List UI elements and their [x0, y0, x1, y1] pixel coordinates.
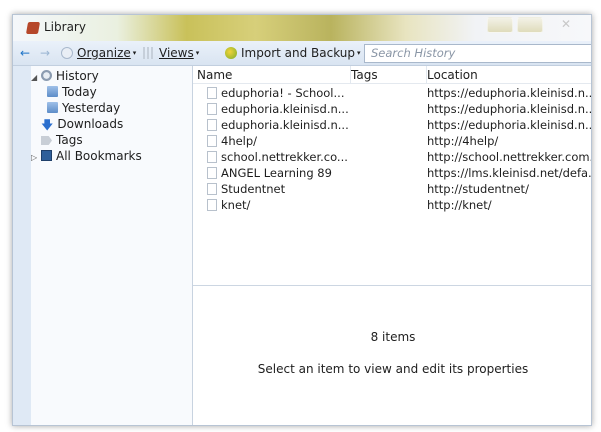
- history-list: Name Tags Location eduphoria! - School..…: [193, 66, 592, 286]
- sidebar-tree: ◢ History Today Yesterday 🡇 Downloads Tags…: [31, 66, 193, 425]
- collapsed-triangle-icon[interactable]: ▷: [31, 150, 41, 166]
- library-window: Library ✕ ← → Organize ▾ Views ▾ Import an…: [12, 14, 592, 426]
- table-row[interactable]: school.nettrekker.co... http://school.ne…: [193, 149, 592, 165]
- table-row[interactable]: eduphoria.kleinisd.n... https://eduphori…: [193, 101, 592, 117]
- toolbar: ← → Organize ▾ Views ▾ Import and Backup ▾ …: [13, 41, 591, 66]
- organize-icon: [61, 47, 73, 59]
- bookmarks-icon: [41, 150, 52, 161]
- column-header-tags[interactable]: Tags: [351, 66, 427, 84]
- chevron-down-icon: ▾: [132, 49, 137, 57]
- row-location: http://4help/: [427, 134, 499, 148]
- sidebar-item-label: All Bookmarks: [56, 149, 142, 163]
- row-location: http://studentnet/: [427, 182, 529, 196]
- page-icon: [207, 135, 217, 147]
- close-button[interactable]: ✕: [547, 17, 585, 33]
- table-row[interactable]: 4help/ http://4help/: [193, 133, 591, 149]
- import-backup-menu-button[interactable]: Import and Backup ▾: [241, 45, 361, 62]
- window-left-frame: [13, 66, 31, 425]
- organize-label: Organize: [77, 46, 131, 60]
- row-name: knet/: [221, 198, 251, 212]
- row-location: http://knet/: [427, 198, 492, 212]
- window-title: Library: [44, 20, 86, 34]
- row-location: http://school.nettrekker.com...: [427, 150, 592, 164]
- minimize-button[interactable]: [487, 17, 513, 33]
- organize-menu-button[interactable]: Organize ▾: [77, 45, 136, 62]
- row-name: eduphoria.kleinisd.n...: [221, 102, 349, 116]
- page-icon: [207, 167, 217, 179]
- sidebar-item-label: History: [56, 69, 99, 83]
- sidebar-item-yesterday[interactable]: Yesterday: [47, 100, 120, 116]
- import-backup-label: Import and Backup: [241, 46, 356, 60]
- back-arrow-icon[interactable]: ←: [20, 46, 30, 60]
- sidebar-item-downloads[interactable]: 🡇 Downloads: [41, 116, 123, 132]
- library-app-icon: [25, 22, 41, 34]
- views-icon: [143, 47, 155, 59]
- sidebar-item-label: Downloads: [57, 117, 124, 131]
- chevron-down-icon: ▾: [195, 49, 200, 57]
- page-icon: [207, 103, 217, 115]
- column-header-location[interactable]: Location: [427, 66, 591, 84]
- page-icon: [207, 87, 217, 99]
- row-name: eduphoria.kleinisd.n...: [221, 118, 349, 132]
- row-name: school.nettrekker.co...: [221, 150, 348, 164]
- column-header-name[interactable]: Name: [197, 66, 351, 84]
- table-row[interactable]: ANGEL Learning 89 https://lms.kleinisd.n…: [193, 165, 592, 181]
- table-row[interactable]: knet/ http://knet/: [193, 197, 591, 213]
- row-tags: [351, 181, 427, 197]
- main-pane: Name Tags Location eduphoria! - School..…: [193, 66, 592, 425]
- table-row[interactable]: eduphoria.kleinisd.n... https://eduphori…: [193, 117, 592, 133]
- row-tags: [351, 85, 427, 101]
- import-backup-icon: [225, 47, 237, 59]
- views-label: Views: [159, 46, 194, 60]
- clock-icon: [41, 70, 52, 81]
- folder-icon: [47, 102, 58, 113]
- row-name: Studentnet: [221, 182, 286, 196]
- sidebar-item-label: Yesterday: [62, 101, 121, 115]
- search-history-input[interactable]: Search History: [364, 44, 591, 63]
- details-pane: 8 items Select an item to view and edit …: [193, 287, 591, 425]
- column-header-row: Name Tags Location: [193, 66, 591, 84]
- page-icon: [207, 199, 217, 211]
- row-tags: [351, 165, 427, 181]
- row-name: ANGEL Learning 89: [221, 166, 332, 180]
- row-location: https://lms.kleinisd.net/defa...: [427, 166, 592, 180]
- row-tags: [351, 101, 427, 117]
- table-row[interactable]: Studentnet http://studentnet/: [193, 181, 591, 197]
- details-hint-text: Select an item to view and edit its prop…: [257, 362, 529, 376]
- sidebar-item-today[interactable]: Today: [47, 84, 97, 100]
- page-icon: [207, 183, 217, 195]
- page-icon: [207, 151, 217, 163]
- sidebar-item-tags[interactable]: Tags: [41, 132, 83, 148]
- views-menu-button[interactable]: Views ▾: [159, 45, 199, 62]
- download-arrow-icon: 🡇: [41, 118, 54, 132]
- row-tags: [351, 133, 427, 149]
- maximize-button[interactable]: [517, 17, 543, 33]
- sidebar-item-all-bookmarks[interactable]: ▷ All Bookmarks: [31, 148, 142, 164]
- sidebar-item-label: Tags: [56, 133, 83, 147]
- tag-icon: [41, 136, 52, 145]
- sidebar-item-history[interactable]: ◢ History: [31, 68, 99, 84]
- expanded-triangle-icon[interactable]: ◢: [31, 70, 41, 86]
- folder-icon: [47, 86, 58, 97]
- row-location: https://eduphoria.kleinisd.n...: [427, 86, 592, 100]
- table-row[interactable]: eduphoria! - School... https://eduphoria…: [193, 85, 592, 101]
- row-name: eduphoria! - School...: [221, 86, 345, 100]
- title-bar[interactable]: Library ✕: [13, 15, 591, 41]
- row-name: 4help/: [221, 134, 258, 148]
- sidebar-item-label: Today: [62, 85, 97, 99]
- row-location: https://eduphoria.kleinisd.n...: [427, 102, 592, 116]
- row-tags: [351, 117, 427, 133]
- item-count-text: 8 items: [370, 330, 416, 344]
- row-location: https://eduphoria.kleinisd.n...: [427, 118, 592, 132]
- row-tags: [351, 149, 427, 165]
- forward-arrow-icon[interactable]: →: [40, 46, 50, 60]
- chevron-down-icon: ▾: [357, 49, 361, 57]
- page-icon: [207, 119, 217, 131]
- row-tags: [351, 197, 427, 213]
